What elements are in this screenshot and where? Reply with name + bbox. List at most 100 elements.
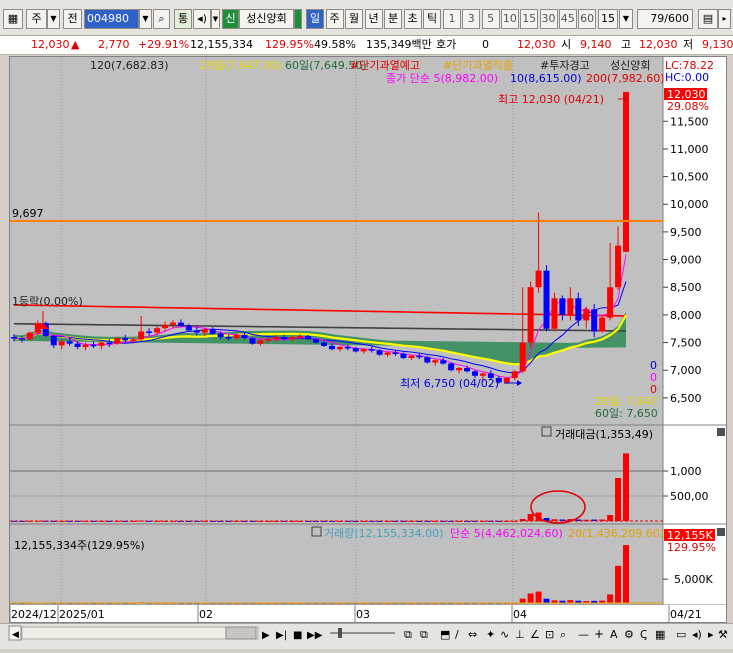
- volume-ma5-legend[interactable]: 단순 5(4,462,024.60): [450, 527, 563, 540]
- price-tick-label: 8,500: [670, 281, 702, 294]
- period-button-2[interactable]: 월: [345, 9, 363, 29]
- play-icon[interactable]: ▶: [262, 630, 270, 641]
- candle-body: [289, 337, 296, 340]
- grid-icon[interactable]: ▤: [698, 9, 718, 29]
- quote-open: 9,140: [580, 38, 612, 51]
- fit-icon[interactable]: ⊡: [545, 628, 554, 641]
- legend-warn2[interactable]: #단기과열적출: [443, 59, 513, 72]
- chart-menu-icon[interactable]: ▦: [3, 9, 23, 29]
- amount-close-icon[interactable]: [717, 428, 725, 436]
- minute-button-5[interactable]: 5: [481, 9, 500, 29]
- chart-canvas[interactable]: 9,697 1등락(0.00%) 120(7,682.83) 20일(7,847…: [9, 57, 726, 622]
- candle-body: [209, 329, 216, 334]
- cross-icon[interactable]: ✦: [486, 628, 495, 641]
- next-icon[interactable]: ▸: [708, 628, 714, 641]
- expand-icon[interactable]: ⬒: [440, 628, 450, 641]
- volume-tick-label: 5,000K: [674, 573, 713, 586]
- candle-body: [130, 339, 137, 341]
- period-button-1[interactable]: 주: [325, 9, 344, 29]
- legend-warn1[interactable]: #단기과열예고: [350, 59, 420, 72]
- period-button-6[interactable]: 틱: [423, 9, 441, 29]
- copy-icon[interactable]: ⧉: [404, 628, 412, 641]
- count-input[interactable]: 79/600: [637, 9, 693, 29]
- legend-ma5[interactable]: 종가 단순 5(8,982.00): [386, 72, 498, 85]
- code-dropdown-icon[interactable]: ▼: [139, 9, 152, 29]
- quote-low: 9,130: [702, 38, 733, 51]
- text-tool-icon[interactable]: A: [610, 628, 618, 641]
- market-select[interactable]: 주: [26, 9, 47, 29]
- step-icon[interactable]: ▶|: [276, 630, 287, 641]
- volume-close-icon[interactable]: [717, 528, 725, 536]
- legend-ma120[interactable]: 120(7,682.83): [90, 59, 169, 72]
- candle-body: [511, 371, 518, 378]
- stop-icon[interactable]: ■: [293, 630, 302, 641]
- candle-body: [241, 334, 248, 339]
- minus-icon[interactable]: —: [578, 628, 589, 641]
- minute-button-60[interactable]: 60: [578, 9, 597, 29]
- period-button-0[interactable]: 일: [306, 9, 324, 29]
- legend-ma20[interactable]: 20일(7,847.00): [200, 58, 282, 72]
- amount-bar: [527, 514, 534, 521]
- candle-body: [424, 356, 431, 363]
- scroll-track[interactable]: [21, 626, 259, 640]
- wave-icon[interactable]: ∿: [500, 628, 509, 641]
- amount-toggle-icon[interactable]: [541, 426, 552, 437]
- code-input[interactable]: 004980: [84, 9, 139, 29]
- minute-button-1[interactable]: 1: [443, 9, 461, 29]
- prev-button[interactable]: 전: [63, 9, 82, 29]
- pan-icon[interactable]: ⇔: [468, 628, 477, 641]
- chart-area[interactable]: 9,697 1등락(0.00%) 120(7,682.83) 20일(7,847…: [9, 56, 727, 623]
- legend-ma10[interactable]: 10(8,615.00): [510, 72, 582, 85]
- legend-ma200[interactable]: 200(7,982.60): [586, 72, 665, 85]
- legend-warn3[interactable]: #투자경고: [540, 59, 590, 72]
- volume-toggle-icon[interactable]: [311, 526, 322, 537]
- interval-value[interactable]: 15: [598, 9, 618, 29]
- date-label: 04: [513, 608, 527, 621]
- font-icon[interactable]: Ꞔ: [640, 628, 647, 641]
- legend-name[interactable]: 성신양회: [610, 59, 650, 72]
- speaker-dropdown-icon[interactable]: ▼: [211, 9, 220, 29]
- candle-body: [607, 287, 614, 318]
- amount-tick-label: 500,00: [670, 490, 709, 503]
- more-icon[interactable]: ▸: [718, 9, 731, 29]
- fast-forward-icon[interactable]: ▶▶: [307, 630, 323, 641]
- quote-bar: 12,030 ▲ 2,770 +29.91% 12,155,334 129.95…: [0, 36, 733, 55]
- scroll-thumb[interactable]: [225, 626, 257, 640]
- search-icon[interactable]: ⌕: [153, 9, 170, 29]
- minute-button-30[interactable]: 30: [539, 9, 558, 29]
- candle-body: [599, 317, 606, 332]
- zoom-slider-thumb[interactable]: [338, 628, 342, 638]
- candle-body: [615, 245, 622, 288]
- sound-icon[interactable]: ◂): [692, 628, 702, 641]
- minute-button-45[interactable]: 45: [558, 9, 577, 29]
- tong-button[interactable]: 통: [174, 9, 192, 29]
- tools-icon[interactable]: ⚒: [718, 628, 728, 641]
- chart-type-icon[interactable]: ▦: [655, 628, 665, 641]
- speaker-icon[interactable]: ◂): [193, 9, 211, 29]
- volume-legend[interactable]: 거래량(12,155,334.00): [324, 527, 443, 540]
- save-icon[interactable]: ▭: [676, 628, 686, 641]
- minute-button-15[interactable]: 15: [520, 9, 539, 29]
- minute-button-10[interactable]: 10: [500, 9, 519, 29]
- amount-label: 거래대금(1,353,49): [555, 428, 653, 441]
- volume-ma20-legend[interactable]: 20(1,436,209.60): [568, 527, 664, 540]
- stock-arrow-icon[interactable]: [294, 9, 302, 29]
- period-button-5[interactable]: 초: [403, 9, 422, 29]
- zoom-icon[interactable]: ⌕: [560, 628, 566, 641]
- layout-icon[interactable]: ⧉: [420, 628, 428, 641]
- interval-dropdown-icon[interactable]: ▼: [619, 9, 633, 29]
- settings-icon[interactable]: ⚙: [624, 628, 634, 641]
- price-tick-label: 11,000: [670, 143, 709, 156]
- period-button-4[interactable]: 분: [384, 9, 402, 29]
- angle-icon[interactable]: ∠: [530, 628, 540, 641]
- vertical-line-icon[interactable]: ⊥: [515, 628, 525, 641]
- scroll-left-icon: ◀: [12, 630, 19, 640]
- candle-body: [169, 322, 176, 325]
- plus-icon[interactable]: +: [594, 627, 604, 641]
- minute-button-3[interactable]: 3: [462, 9, 481, 29]
- market-dropdown-icon[interactable]: ▼: [47, 9, 60, 29]
- candle-body: [440, 360, 447, 364]
- line-tool-icon[interactable]: /: [455, 628, 459, 641]
- candle-body: [201, 329, 208, 333]
- period-button-3[interactable]: 년: [364, 9, 383, 29]
